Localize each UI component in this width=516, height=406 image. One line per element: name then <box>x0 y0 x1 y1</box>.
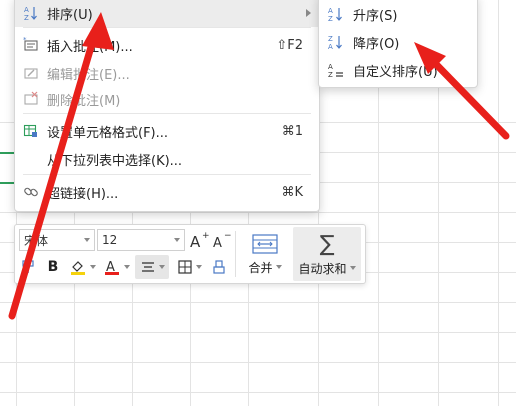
bold-icon: B <box>47 259 59 275</box>
decrease-font-size-button[interactable]: A − <box>211 229 231 251</box>
chevron-down-icon <box>195 265 202 269</box>
menu-item-sort[interactable]: AZ 排序(U) <box>15 0 319 27</box>
grid-row-line <box>0 332 516 333</box>
increase-font-size-button[interactable]: A + <box>189 229 209 251</box>
menu-item-shortcut: ⌘K <box>281 184 303 200</box>
svg-text:A: A <box>328 43 333 50</box>
floating-format-toolbar: 宋体 12 A + A − B A 合并 ∑ 自动求和 <box>14 224 366 284</box>
align-center-icon <box>141 262 154 272</box>
chevron-down-icon <box>84 238 90 242</box>
menu-item-label: 排序(U) <box>47 7 93 23</box>
menu-item-label: 从下拉列表中选择(K)... <box>47 153 183 169</box>
chevron-down-icon <box>89 265 96 269</box>
fill-color-icon <box>70 261 85 275</box>
edit-comment-icon <box>23 65 39 81</box>
font-size-value: 12 <box>102 233 118 247</box>
submenu-item-label: 降序(O) <box>353 36 400 52</box>
sort-submenu: AZ 升序(S) ZA 降序(O) AZ 自定义排序(U) <box>318 0 478 88</box>
sort-ascending-icon: AZ <box>327 5 345 23</box>
svg-text:A: A <box>213 236 222 250</box>
hyperlink-icon <box>23 184 39 200</box>
menu-item-edit-comment[interactable]: 编辑批注(E)... <box>15 59 319 87</box>
menu-item-label: 编辑批注(E)... <box>47 67 130 83</box>
custom-sort-icon: AZ <box>327 61 345 79</box>
svg-text:A: A <box>328 63 333 71</box>
submenu-item-custom-sort[interactable]: AZ 自定义排序(U) <box>319 57 477 83</box>
svg-text:Z: Z <box>328 15 333 22</box>
grid-column-line <box>498 0 499 406</box>
svg-text:A: A <box>328 7 333 15</box>
grid-row-line <box>0 362 516 363</box>
font-name-select[interactable]: 宋体 <box>19 229 95 251</box>
align-button[interactable] <box>135 255 169 279</box>
merge-button[interactable]: 合并 <box>243 229 287 279</box>
format-cells-icon <box>23 123 39 139</box>
format-painter-icon <box>22 260 34 273</box>
chevron-down-icon <box>158 265 165 269</box>
format-painter-button[interactable] <box>19 257 39 277</box>
submenu-arrow-icon <box>306 9 311 17</box>
menu-item-shortcut: ⌘1 <box>281 123 303 139</box>
borders-icon <box>177 260 192 274</box>
menu-item-label: 删除批注(M) <box>47 93 121 109</box>
svg-text:Z: Z <box>24 14 29 21</box>
chevron-down-icon <box>349 266 356 270</box>
autosum-label: 自动求和 <box>298 261 347 276</box>
sort-az-icon: AZ <box>23 5 39 21</box>
menu-separator <box>23 174 311 175</box>
menu-item-delete-comment[interactable]: 删除批注(M) <box>15 85 319 113</box>
menu-separator <box>23 27 311 28</box>
font-size-select[interactable]: 12 <box>97 229 185 251</box>
autosum-button[interactable]: ∑ 自动求和 <box>293 227 361 281</box>
font-name-value: 宋体 <box>24 233 49 248</box>
chevron-down-icon <box>174 238 180 242</box>
bold-button[interactable]: B <box>43 257 63 277</box>
svg-text:−: − <box>224 231 231 241</box>
menu-item-label: 插入批注(M)... <box>47 39 133 55</box>
context-menu: AZ 排序(U) * 插入批注(M)... ⇧F2 编辑批注(E)... 删除批… <box>14 0 320 212</box>
merge-cells-icon <box>252 233 278 254</box>
merge-label: 合并 <box>248 260 273 275</box>
svg-text:Z: Z <box>328 71 333 78</box>
menu-item-pick-from-list[interactable]: 从下拉列表中选择(K)... <box>15 145 319 173</box>
submenu-item-label: 自定义排序(U) <box>353 64 438 80</box>
font-color-icon: A <box>104 260 119 275</box>
grid-row-line <box>0 302 516 303</box>
svg-text:A: A <box>190 233 201 250</box>
grid-row-line <box>0 212 516 213</box>
svg-text:*: * <box>23 37 27 44</box>
chevron-down-icon <box>123 265 130 269</box>
svg-text:A: A <box>24 6 29 14</box>
chevron-down-icon <box>275 265 282 269</box>
font-increase-icon: A + <box>190 231 209 250</box>
borders-button[interactable] <box>173 257 205 277</box>
grid-row-line <box>0 392 516 393</box>
submenu-item-label: 升序(S) <box>353 8 398 24</box>
submenu-item-ascending[interactable]: AZ 升序(S) <box>319 1 477 27</box>
menu-item-label: 超链接(H)... <box>47 186 119 202</box>
menu-separator <box>23 113 311 114</box>
svg-text:Z: Z <box>328 35 333 43</box>
svg-text:+: + <box>202 231 209 241</box>
font-color-button[interactable]: A <box>101 257 131 277</box>
menu-item-insert-comment[interactable]: * 插入批注(M)... ⇧F2 <box>15 31 319 59</box>
delete-comment-icon <box>23 91 39 107</box>
eraser-icon <box>213 260 225 274</box>
toolbar-divider <box>235 231 236 277</box>
sort-descending-icon: ZA <box>327 33 345 51</box>
menu-item-hyperlink[interactable]: 超链接(H)... ⌘K <box>15 178 319 206</box>
clear-format-button[interactable] <box>209 257 229 277</box>
fill-color-button[interactable] <box>67 257 97 277</box>
menu-item-label: 设置单元格格式(F)... <box>47 125 169 141</box>
font-decrease-icon: A − <box>213 231 231 250</box>
menu-item-shortcut: ⇧F2 <box>276 37 303 53</box>
insert-comment-icon: * <box>23 37 39 53</box>
sigma-icon: ∑ <box>319 231 335 257</box>
submenu-item-descending[interactable]: ZA 降序(O) <box>319 29 477 55</box>
menu-item-format-cells[interactable]: 设置单元格格式(F)... ⌘1 <box>15 117 319 145</box>
